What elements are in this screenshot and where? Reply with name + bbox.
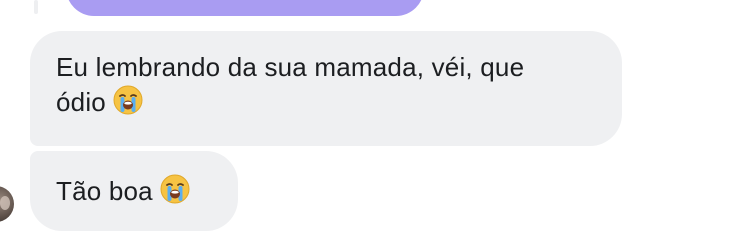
message-text: ódio [56, 87, 106, 117]
loudly-crying-face-icon [159, 173, 191, 213]
avatar[interactable] [0, 186, 14, 222]
received-message-bubble[interactable]: Eu lembrando da sua mamada, véi, que ódi… [30, 31, 622, 146]
chat-thread: Eu lembrando da sua mamada, véi, que ódi… [0, 0, 745, 248]
loudly-crying-face-icon [112, 84, 144, 124]
sent-message-bubble[interactable] [66, 0, 424, 16]
message-text-line: Eu lembrando da sua mamada, véi, que [56, 52, 525, 82]
message-text-line: ódio [56, 84, 596, 124]
message-text: Tão boa [56, 176, 153, 206]
received-message-bubble[interactable]: Tão boa [30, 151, 238, 231]
thread-divider [34, 0, 38, 14]
